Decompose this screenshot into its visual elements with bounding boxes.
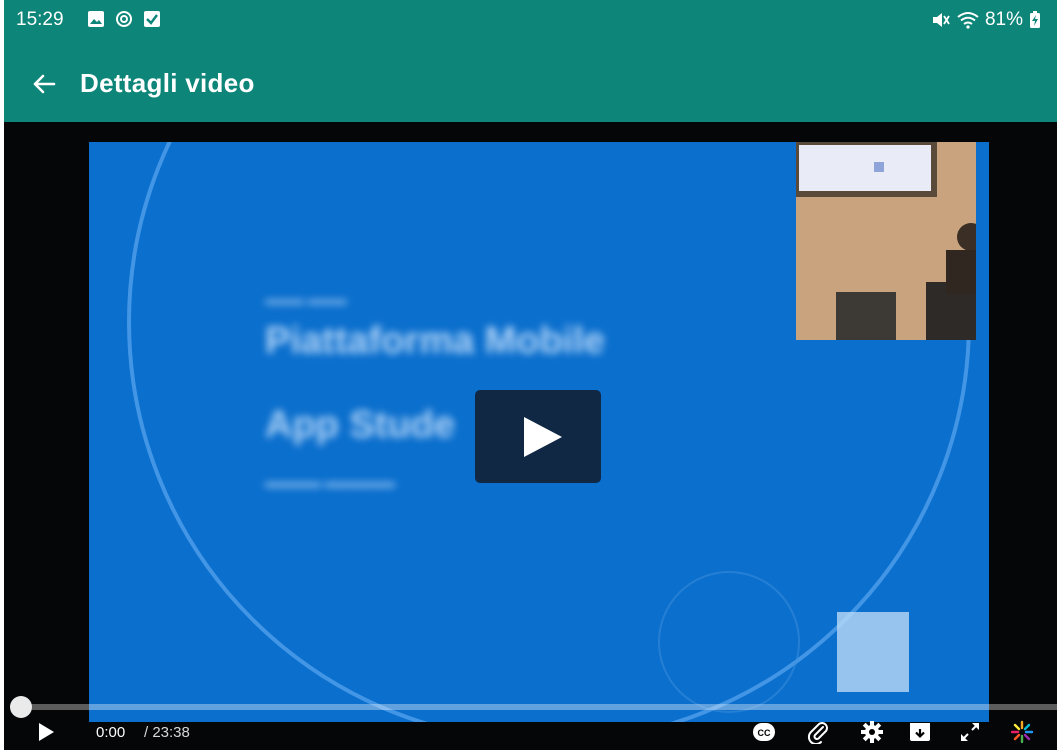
mute-icon [932, 13, 950, 27]
fullscreen-icon[interactable] [958, 720, 982, 744]
status-icons-right: 81% [931, 9, 1041, 31]
slide-title-line2: App Stude [265, 404, 455, 446]
page-title: Dettagli video [80, 68, 255, 98]
status-bar: 15:29 81% [4, 0, 1057, 44]
svg-text:CC: CC [758, 728, 771, 738]
duration: / 23:38 [144, 724, 190, 741]
status-icons-left [87, 10, 161, 28]
slide-eyebrow: ▬▬▬ ▬▬▬ [265, 292, 347, 307]
slide-subtitle: ▬▬▬▬ ▬▬▬▬▬ [265, 474, 395, 490]
screen: 15:29 81% Dettagli video ▬▬▬ ▬▬▬ Piattaf… [4, 0, 1057, 750]
current-time: 0:00 [96, 724, 126, 741]
kaltura-logo-icon[interactable] [1010, 720, 1034, 744]
checkbox-icon [144, 11, 160, 27]
progress-track[interactable] [16, 704, 1057, 710]
image-icon [88, 11, 104, 27]
toolbar: Dettagli video [4, 58, 1057, 110]
download-icon[interactable] [908, 720, 932, 744]
speaker-camera [796, 142, 976, 340]
status-time: 15:29 [16, 9, 64, 30]
play-overlay-button[interactable] [475, 390, 601, 483]
progress-scrubber[interactable] [10, 696, 32, 718]
sync-icon [116, 11, 132, 27]
back-arrow-icon[interactable] [26, 66, 62, 102]
slide-title-line1: Piattaforma Mobile [265, 320, 605, 362]
attachment-icon[interactable] [806, 720, 830, 744]
battery-charging-icon [1030, 11, 1040, 28]
app-bar: 15:29 81% Dettagli video [4, 0, 1057, 122]
video-player[interactable]: ▬▬▬ ▬▬▬ Piattaforma Mobile App Stude ▬▬▬… [4, 122, 1057, 750]
settings-icon[interactable] [860, 720, 884, 744]
closed-captions-icon[interactable]: CC [752, 720, 776, 744]
play-icon [524, 417, 562, 457]
player-controls: 0:00 / 23:38 CC [4, 694, 1057, 750]
battery-percent: 81% [984, 9, 1023, 30]
speaker-scene [796, 142, 976, 340]
play-pause-button[interactable] [34, 720, 58, 744]
wifi-icon [957, 12, 979, 29]
